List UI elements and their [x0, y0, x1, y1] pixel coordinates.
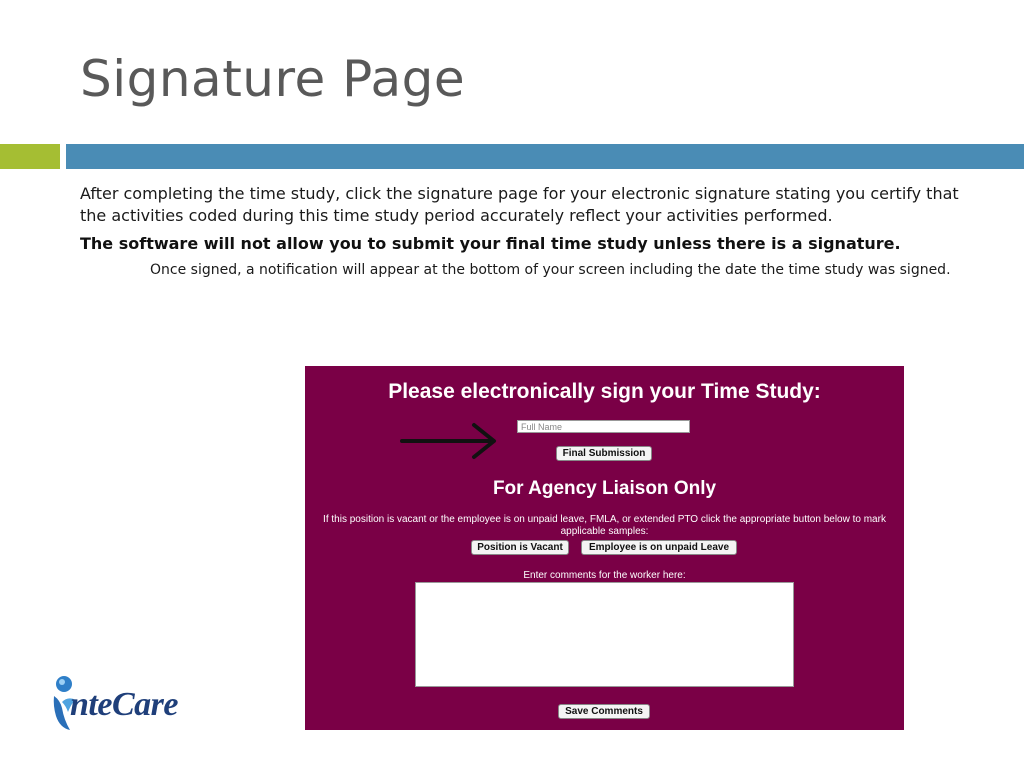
- signature-heading: Please electronically sign your Time Stu…: [388, 380, 821, 403]
- signature-form-panel: Please electronically sign your Time Stu…: [305, 366, 904, 730]
- logo-wordmark: nteCare: [70, 686, 178, 723]
- notification-paragraph: Once signed, a notification will appear …: [150, 262, 951, 278]
- vacant-instructions: If this position is vacant or the employ…: [323, 514, 886, 537]
- intro-paragraph: After completing the time study, click t…: [80, 184, 959, 225]
- accent-bar-blue: [66, 144, 1024, 169]
- comments-label: Enter comments for the worker here:: [523, 570, 686, 581]
- full-name-input[interactable]: [517, 420, 690, 433]
- slide-body: After completing the time study, click t…: [80, 183, 960, 280]
- position-vacant-button[interactable]: Position is Vacant: [471, 540, 569, 555]
- comments-textarea[interactable]: [415, 582, 794, 687]
- final-submission-button[interactable]: Final Submission: [556, 446, 652, 461]
- intecare-logo: nteCare: [50, 672, 210, 736]
- slide-title: Signature Page: [80, 50, 466, 108]
- unpaid-leave-button[interactable]: Employee is on unpaid Leave: [581, 540, 737, 555]
- accent-bar-green: [0, 144, 60, 169]
- pointer-arrow-icon: [400, 423, 496, 459]
- liaison-heading: For Agency Liaison Only: [492, 478, 717, 499]
- save-comments-button[interactable]: Save Comments: [558, 704, 650, 719]
- requirement-paragraph: The software will not allow you to submi…: [80, 234, 901, 253]
